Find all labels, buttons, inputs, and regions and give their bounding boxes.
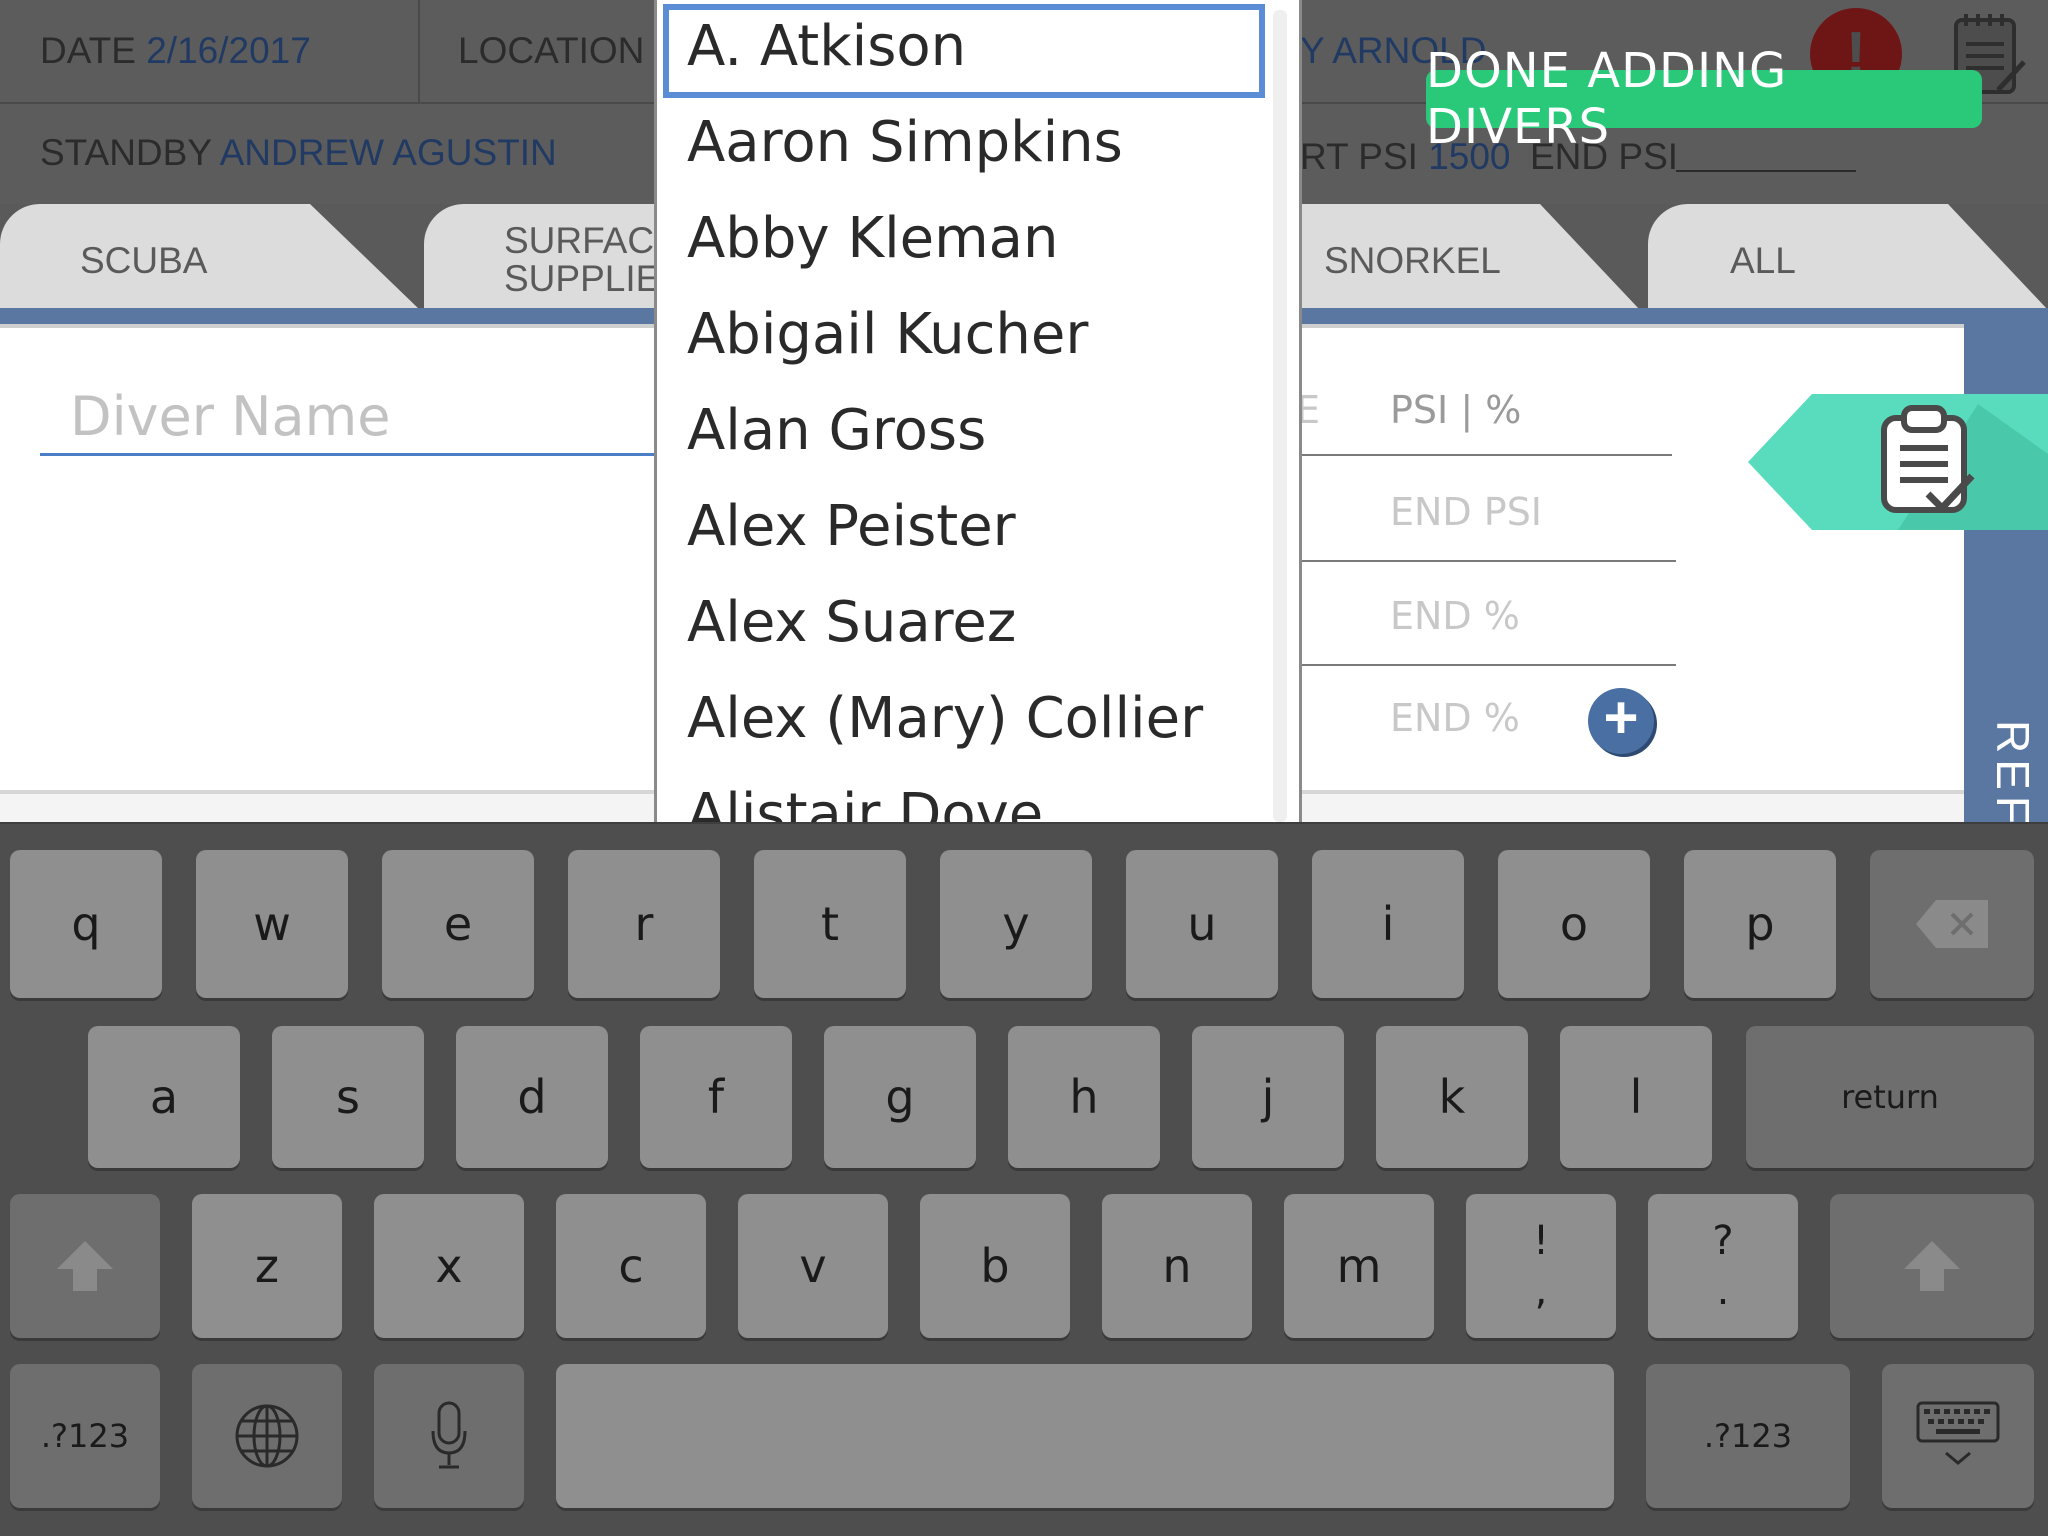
shift-key-right[interactable] xyxy=(1830,1194,2034,1338)
diver-suggestion-dropdown[interactable]: A. Atkison Aaron Simpkins Abby Kleman Ab… xyxy=(654,0,1302,822)
globe-icon xyxy=(235,1404,299,1468)
key-m[interactable]: m xyxy=(1284,1194,1434,1338)
key-o[interactable]: o xyxy=(1498,850,1650,998)
key-x[interactable]: x xyxy=(374,1194,524,1338)
tab-snorkel-label: SNORKEL xyxy=(1324,240,1501,281)
key-f[interactable]: f xyxy=(640,1026,792,1168)
numbers-key-left[interactable]: .?123 xyxy=(10,1364,160,1508)
dismiss-keyboard-key[interactable] xyxy=(1882,1364,2034,1508)
end-psi-underline xyxy=(1676,170,1856,172)
standby-value: ANDREW AGUSTIN xyxy=(219,132,557,173)
shift-icon xyxy=(57,1241,113,1291)
key-l[interactable]: l xyxy=(1560,1026,1712,1168)
onscreen-keyboard: q w e r t y u i o p a s d f g h j k l re… xyxy=(0,822,2048,1536)
date-label: DATE xyxy=(40,30,136,71)
key-s[interactable]: s xyxy=(272,1026,424,1168)
plus-icon: + xyxy=(1603,684,1639,751)
shift-icon xyxy=(1904,1241,1960,1291)
psi-percent-header: PSI | % xyxy=(1390,388,1522,432)
microphone-icon xyxy=(431,1401,467,1469)
tab-all[interactable]: ALL xyxy=(1648,204,2048,310)
space-bar[interactable] xyxy=(556,1364,1614,1508)
suggestion-item[interactable]: Abby Kleman xyxy=(687,206,1267,271)
backspace-key[interactable] xyxy=(1870,850,2034,998)
key-y[interactable]: y xyxy=(940,850,1092,998)
end-percent-field-1[interactable]: END % xyxy=(1390,594,1520,638)
tab-scuba-label: SCUBA xyxy=(80,240,208,281)
location-label[interactable]: LOCATION xyxy=(458,30,644,72)
dropdown-scrollbar[interactable] xyxy=(1273,10,1287,822)
end-percent-field-2[interactable]: END % xyxy=(1390,696,1520,740)
end-psi-field[interactable]: END PSI xyxy=(1390,490,1542,534)
date-field: DATE 2/16/2017 xyxy=(40,30,311,72)
checklist-tag-button[interactable] xyxy=(1748,394,2048,530)
key-a[interactable]: a xyxy=(88,1026,240,1168)
key-h[interactable]: h xyxy=(1008,1026,1160,1168)
numbers-key-right[interactable]: .?123 xyxy=(1646,1364,1850,1508)
suggestion-item[interactable]: Aaron Simpkins xyxy=(687,110,1267,175)
tab-all-label: ALL xyxy=(1730,240,1796,281)
suggestion-item[interactable]: Alex Suarez xyxy=(687,590,1267,655)
key-b[interactable]: b xyxy=(920,1194,1070,1338)
key-j[interactable]: j xyxy=(1192,1026,1344,1168)
key-e[interactable]: e xyxy=(382,850,534,998)
standby-field[interactable]: STANDBY ANDREW AGUSTIN xyxy=(40,132,557,174)
key-z[interactable]: z xyxy=(192,1194,342,1338)
suggestion-item[interactable]: Alex (Mary) Collier xyxy=(687,686,1267,751)
end-percent-line xyxy=(1302,664,1676,666)
add-tank-button[interactable]: + xyxy=(1588,688,1654,754)
backspace-icon xyxy=(1916,900,1988,948)
key-v[interactable]: v xyxy=(738,1194,888,1338)
suggestion-item[interactable]: Alex Peister xyxy=(687,494,1267,559)
return-key[interactable]: return xyxy=(1746,1026,2034,1168)
key-g[interactable]: g xyxy=(824,1026,976,1168)
key-exclaim-comma[interactable]: !, xyxy=(1466,1194,1616,1338)
tab-scuba[interactable]: SCUBA xyxy=(0,204,420,310)
tab-surface-label: SURFAC SUPPLIE xyxy=(504,220,661,299)
suggestion-item[interactable]: Abigail Kucher xyxy=(687,302,1267,367)
suggestion-item[interactable]: Alan Gross xyxy=(687,398,1267,463)
date-value: 2/16/2017 xyxy=(146,30,311,71)
done-adding-divers-button[interactable]: DONE ADDING DIVERS xyxy=(1426,43,1982,155)
globe-key[interactable] xyxy=(192,1364,342,1508)
key-c[interactable]: c xyxy=(556,1194,706,1338)
key-n[interactable]: n xyxy=(1102,1194,1252,1338)
shift-key-left[interactable] xyxy=(10,1194,160,1338)
keyboard-dismiss-icon xyxy=(1916,1401,2000,1465)
key-t[interactable]: t xyxy=(754,850,906,998)
key-r[interactable]: r xyxy=(568,850,720,998)
psi-header-line xyxy=(1302,454,1672,456)
key-p[interactable]: p xyxy=(1684,850,1836,998)
diver-name-input[interactable] xyxy=(40,380,660,456)
key-w[interactable]: w xyxy=(196,850,348,998)
tab-snorkel[interactable]: SNORKEL xyxy=(1300,204,1640,310)
key-question-period[interactable]: ?. xyxy=(1648,1194,1798,1338)
dictation-key[interactable] xyxy=(374,1364,524,1508)
key-k[interactable]: k xyxy=(1376,1026,1528,1168)
suggestion-item[interactable]: Alistair Dove xyxy=(687,782,1267,822)
key-q[interactable]: q xyxy=(10,850,162,998)
end-psi-line xyxy=(1302,560,1676,562)
header-divider xyxy=(418,0,420,104)
tab-surface-supplied[interactable]: SURFAC SUPPLIE xyxy=(424,204,664,310)
clipboard-check-icon xyxy=(1748,394,2048,530)
key-i[interactable]: i xyxy=(1312,850,1464,998)
start-psi-label: RT PSI xyxy=(1300,136,1418,177)
key-d[interactable]: d xyxy=(456,1026,608,1168)
key-u[interactable]: u xyxy=(1126,850,1278,998)
standby-label: STANDBY xyxy=(40,132,212,173)
suggestion-item[interactable]: A. Atkison xyxy=(687,14,1267,79)
